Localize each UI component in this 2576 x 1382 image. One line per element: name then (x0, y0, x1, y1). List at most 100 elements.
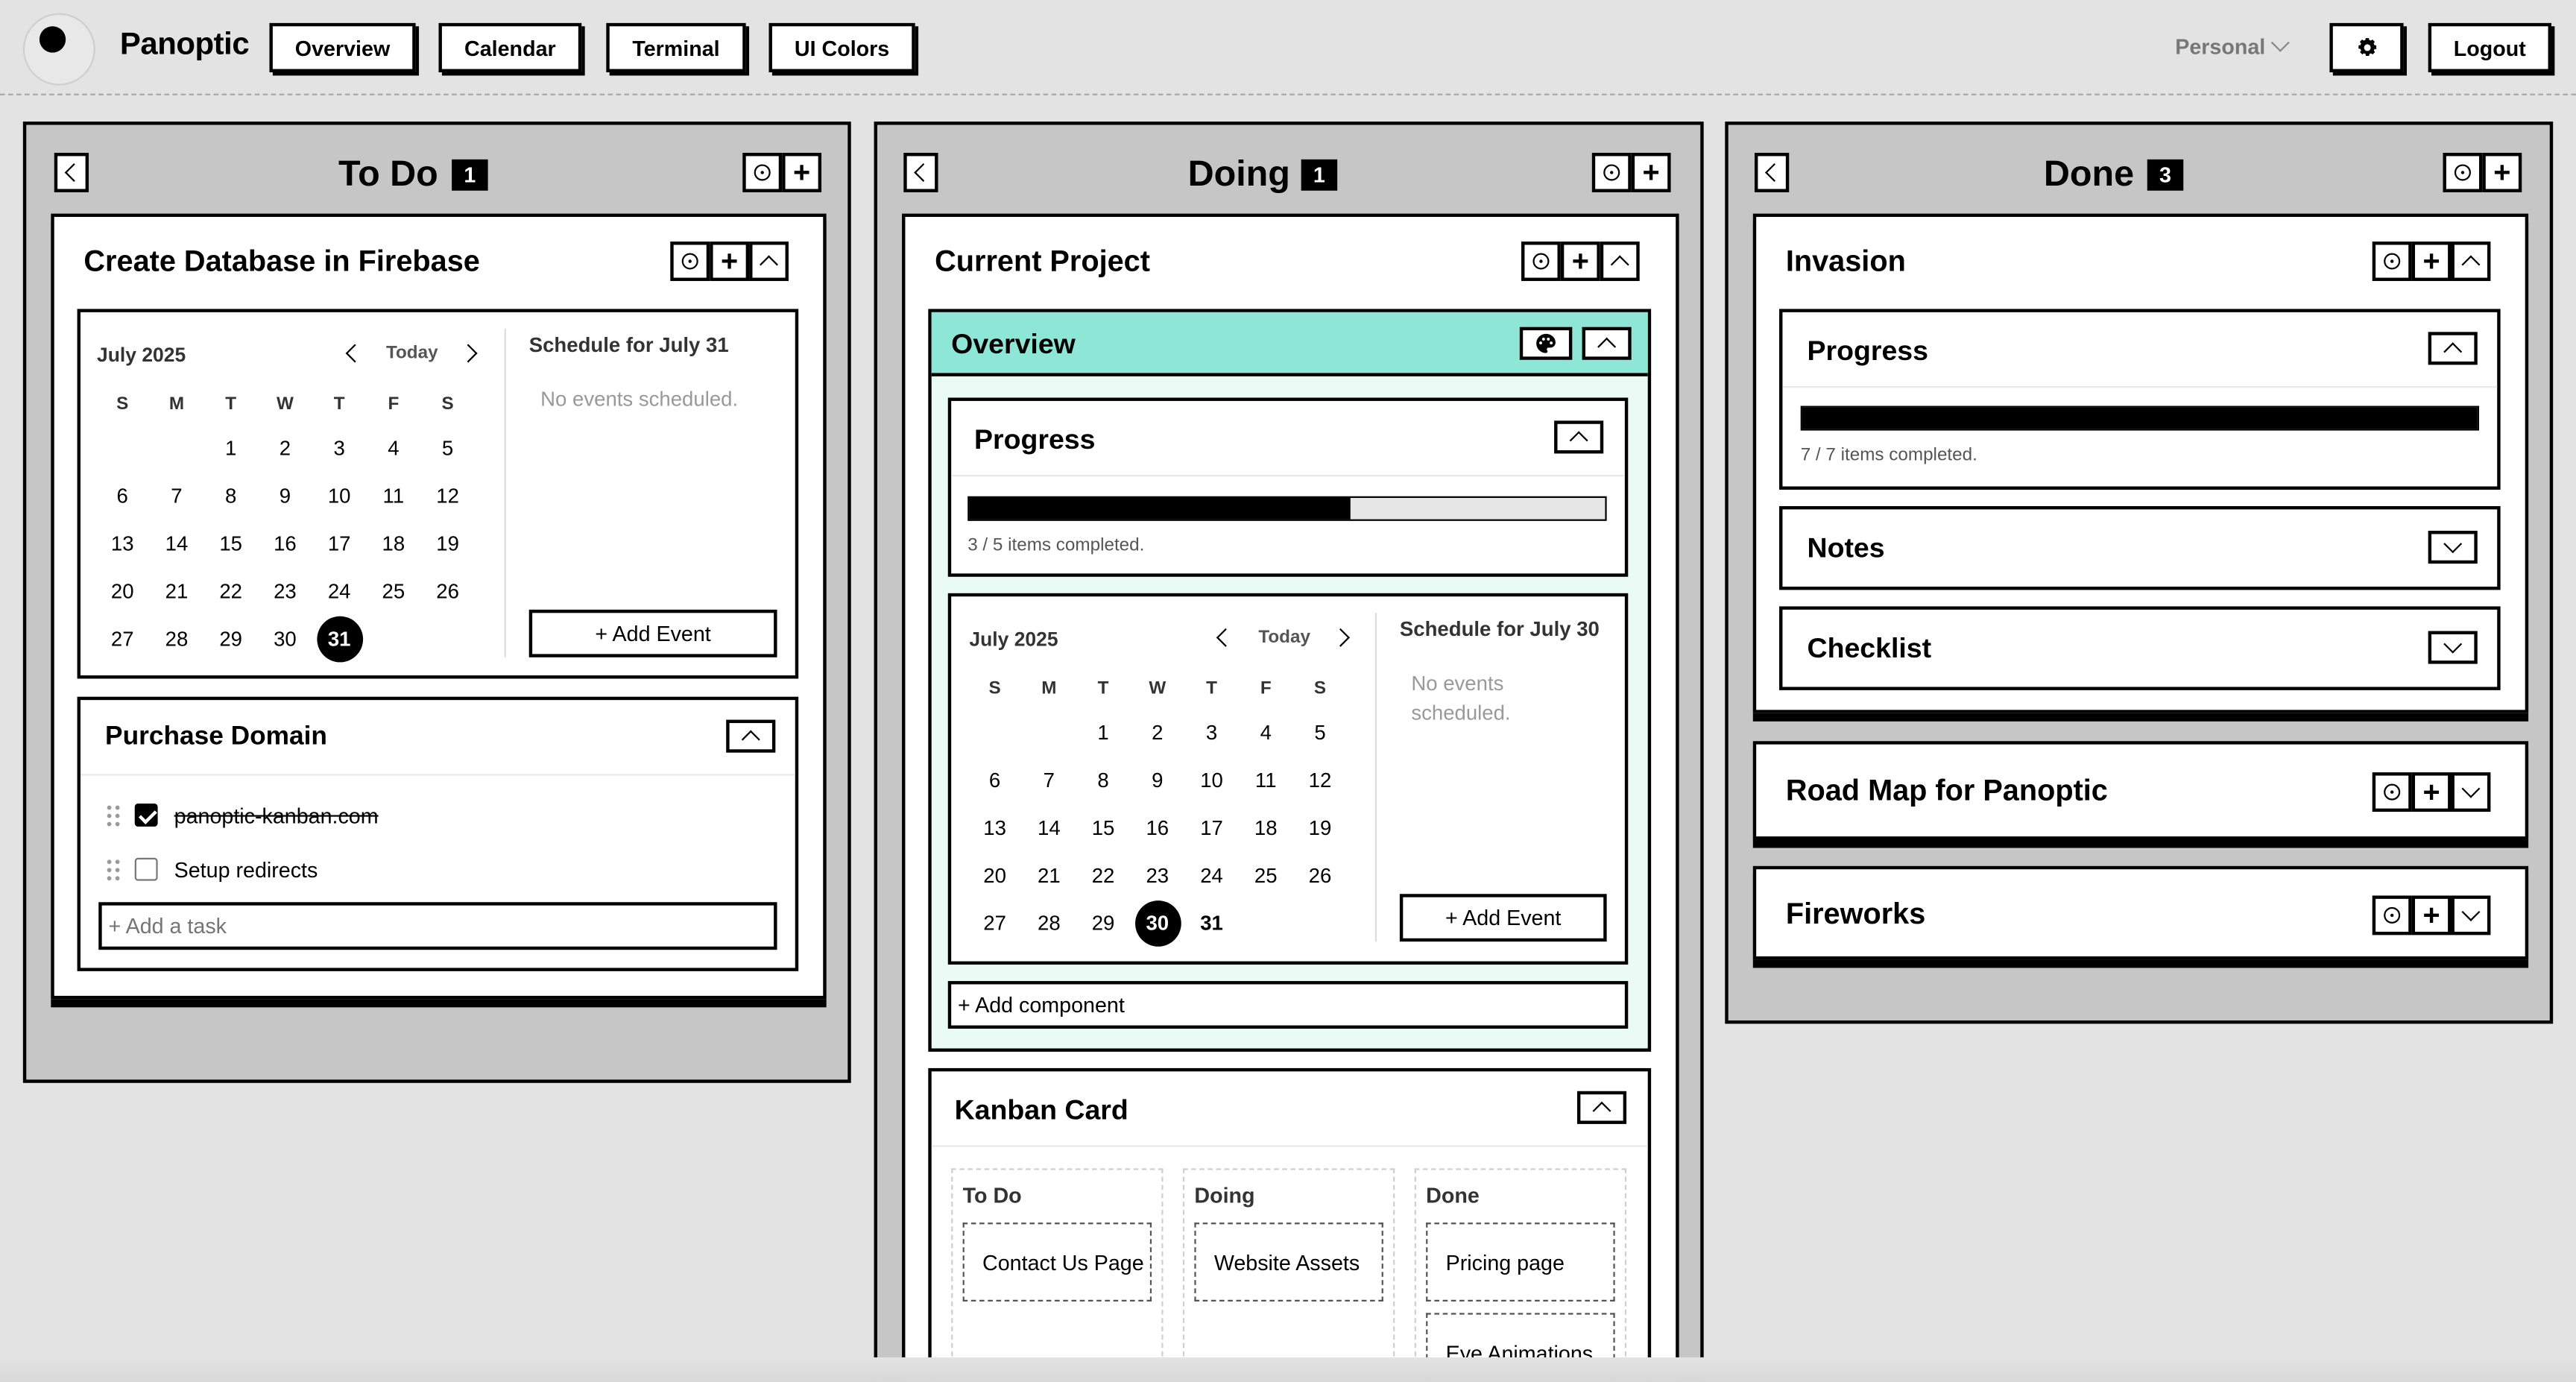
add-event-button[interactable]: + Add Event (1399, 894, 1607, 942)
collapse-panel-button[interactable] (726, 719, 776, 753)
calendar-day[interactable]: 30 (1130, 900, 1184, 958)
expand-card-button[interactable] (2451, 772, 2491, 813)
calendar-day[interactable]: 10 (1184, 768, 1239, 815)
calendar-day[interactable]: 21 (150, 578, 204, 626)
calendar-day[interactable]: 31 (1184, 910, 1239, 958)
calendar-day[interactable]: 28 (150, 626, 204, 674)
collapse-progress-button[interactable] (2428, 332, 2478, 365)
calendar-day[interactable]: 21 (1022, 862, 1076, 910)
focus-column-button[interactable] (2443, 153, 2483, 192)
collapse-card-button[interactable] (1600, 242, 1640, 281)
calendar-day[interactable]: 22 (203, 578, 258, 626)
collapse-column-button[interactable] (1754, 153, 1790, 192)
calendar-day[interactable]: 15 (203, 531, 258, 578)
next-month-button[interactable] (1330, 625, 1354, 651)
calendar-day[interactable]: 7 (1022, 768, 1076, 815)
calendar-day[interactable]: 29 (1076, 910, 1131, 958)
next-month-button[interactable] (458, 340, 482, 366)
card-road-map[interactable]: Road Map for Panoptic + (1752, 741, 2529, 840)
workspace-selector[interactable]: Personal (2175, 34, 2265, 59)
calendar-day[interactable]: 14 (1022, 815, 1076, 862)
collapse-card-button[interactable] (749, 242, 789, 281)
focus-column-button[interactable] (1591, 153, 1632, 192)
calendar-day[interactable]: 20 (95, 578, 150, 626)
prev-month-button[interactable] (1210, 625, 1234, 651)
add-card-button[interactable]: + (2482, 153, 2522, 192)
calendar-day[interactable]: 11 (1239, 768, 1293, 815)
focus-card-button[interactable] (670, 242, 710, 281)
calendar-day[interactable]: 26 (420, 578, 475, 626)
calendar-day[interactable]: 27 (967, 910, 1022, 958)
focus-card-button[interactable] (2372, 772, 2412, 813)
calendar-day[interactable]: 3 (312, 435, 367, 483)
palette-button[interactable] (1519, 326, 1573, 360)
card-create-database[interactable]: Create Database in Firebase + July 2025 … (51, 213, 827, 1000)
calendar-day[interactable]: 18 (1239, 815, 1293, 862)
calendar-day[interactable]: 22 (1076, 862, 1131, 910)
add-component-button[interactable]: + (710, 242, 750, 281)
focus-card-button[interactable] (2372, 895, 2412, 935)
calendar-day[interactable]: 30 (258, 626, 312, 674)
calendar-day[interactable]: 20 (967, 862, 1022, 910)
collapse-column-button[interactable] (903, 153, 938, 192)
calendar-day[interactable]: 28 (1022, 910, 1076, 958)
calendar-day[interactable]: 27 (95, 626, 150, 674)
expand-card-button[interactable] (2451, 895, 2491, 935)
calendar-day[interactable]: 9 (1130, 768, 1184, 815)
collapse-card-button[interactable] (2451, 242, 2491, 281)
kanban-item[interactable]: Contact Us Page (962, 1222, 1152, 1301)
calendar-day[interactable]: 13 (967, 815, 1022, 862)
calendar-day[interactable]: 5 (1293, 720, 1348, 768)
prev-month-button[interactable] (340, 340, 364, 366)
calendar-day[interactable]: 25 (367, 578, 421, 626)
kanban-item[interactable]: Pricing page (1426, 1222, 1615, 1301)
calendar-day[interactable]: 2 (1130, 720, 1184, 768)
expand-checklist-button[interactable] (2428, 631, 2478, 664)
task-checkbox[interactable] (134, 804, 158, 827)
nav-calendar-button[interactable]: Calendar (438, 22, 582, 72)
calendar-day[interactable]: 23 (258, 578, 312, 626)
calendar-day[interactable]: 1 (1076, 720, 1131, 768)
collapse-column-button[interactable] (54, 153, 89, 192)
calendar-day[interactable]: 2 (258, 435, 312, 483)
settings-button[interactable] (2329, 22, 2404, 72)
calendar-day[interactable]: 5 (420, 435, 475, 483)
calendar-day[interactable]: 7 (150, 483, 204, 531)
add-component-button[interactable]: + Add component (947, 981, 1629, 1029)
drag-handle-icon[interactable] (105, 857, 122, 881)
collapse-kanban-button[interactable] (1576, 1091, 1627, 1124)
calendar-day[interactable]: 8 (203, 483, 258, 531)
card-fireworks[interactable]: Fireworks + (1752, 865, 2529, 960)
calendar-day[interactable]: 24 (1184, 862, 1239, 910)
kanban-item[interactable]: Website Assets (1194, 1222, 1383, 1301)
calendar-day[interactable]: 18 (367, 531, 421, 578)
focus-card-button[interactable] (2372, 242, 2412, 281)
add-card-button[interactable]: + (1631, 153, 1671, 192)
calendar-day[interactable]: 17 (1184, 815, 1239, 862)
add-component-button[interactable]: + (2411, 772, 2452, 813)
calendar-day[interactable]: 13 (95, 531, 150, 578)
nav-overview-button[interactable]: Overview (269, 22, 416, 72)
calendar-day[interactable]: 10 (312, 483, 367, 531)
calendar-day[interactable]: 19 (1293, 815, 1348, 862)
calendar-day[interactable]: 1 (203, 435, 258, 483)
add-component-button[interactable]: + (1560, 242, 1600, 281)
calendar-day[interactable]: 25 (1239, 862, 1293, 910)
calendar-day[interactable]: 16 (1130, 815, 1184, 862)
today-button[interactable]: Today (1258, 628, 1310, 647)
logout-button[interactable]: Logout (2428, 22, 2551, 72)
add-card-button[interactable]: + (782, 153, 822, 192)
calendar-day[interactable]: 8 (1076, 768, 1131, 815)
collapse-progress-button[interactable] (1554, 420, 1604, 454)
calendar-day[interactable]: 17 (312, 531, 367, 578)
calendar-day[interactable]: 11 (367, 483, 421, 531)
calendar-day[interactable]: 6 (95, 483, 150, 531)
calendar-day[interactable]: 19 (420, 531, 475, 578)
calendar-day[interactable]: 31 (312, 616, 367, 674)
calendar-day[interactable]: 14 (150, 531, 204, 578)
focus-column-button[interactable] (742, 153, 783, 192)
calendar-day[interactable]: 12 (1293, 768, 1348, 815)
calendar-day[interactable]: 6 (967, 768, 1022, 815)
calendar-day[interactable]: 12 (420, 483, 475, 531)
card-current-project[interactable]: Current Project + Overview Progress 3 / … (902, 213, 1679, 1382)
